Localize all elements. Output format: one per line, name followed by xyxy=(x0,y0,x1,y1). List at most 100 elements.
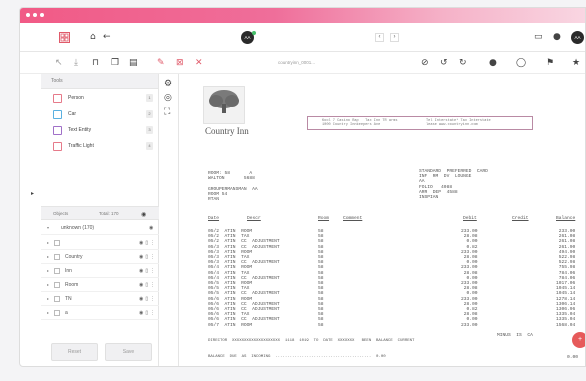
window-dot[interactable] xyxy=(40,13,44,17)
back-arrow-icon[interactable]: ← xyxy=(103,33,111,42)
tool-color-swatch xyxy=(53,94,62,103)
object-row[interactable]: ▸ TN ◉▯⋮ xyxy=(41,292,159,306)
object-checkbox[interactable] xyxy=(54,296,60,302)
window-dot[interactable] xyxy=(26,13,30,17)
expand-arrow-icon[interactable]: ▸ xyxy=(47,250,49,264)
object-actions-icon[interactable]: ◉▯⋮ xyxy=(139,278,157,292)
prev-page-button[interactable]: ‹ xyxy=(375,33,384,42)
object-actions-icon[interactable]: ◉▯⋮ xyxy=(139,264,157,278)
tool-shortcut: 1 xyxy=(146,94,153,102)
reset-button[interactable]: Reset xyxy=(51,343,98,361)
object-row[interactable]: ▸ Inn ◉▯⋮ xyxy=(41,264,159,278)
transaction-rooms: 58 58 58 58 58 58 58 58 58 58 58 58 58 5… xyxy=(318,229,324,328)
col-date: Date xyxy=(208,216,220,221)
comment-icon[interactable]: ◯ xyxy=(516,59,526,68)
object-checkbox[interactable] xyxy=(54,240,60,246)
object-checkbox[interactable] xyxy=(54,310,60,316)
expand-arrow-icon[interactable]: ▸ xyxy=(47,278,49,292)
object-row[interactable]: ▸ Room ◉▯⋮ xyxy=(41,278,159,292)
title-bar xyxy=(20,8,585,23)
tool-label: Text Entity xyxy=(68,127,92,133)
expand-arrow-icon[interactable]: ▸ xyxy=(47,264,49,278)
tool-item[interactable]: Traffic Light 4 xyxy=(52,139,158,153)
col-comment: Comment xyxy=(343,216,363,221)
col-debit: Debit xyxy=(463,216,477,221)
eye-icon[interactable]: ◉ xyxy=(141,210,146,219)
expand-arrow-icon[interactable]: ▾ xyxy=(47,221,49,235)
app-window: ⌂ ← AA ‹ › ▭ ● AA ↖ ⤓ ⊓ ❐ ▤ ✎ ⊠ ✕ countr… xyxy=(19,7,586,367)
star-icon[interactable]: ★ xyxy=(572,59,580,68)
objects-header: Objects Total: 170 ◉ xyxy=(41,206,159,220)
object-row[interactable]: ▸ a ◉▯⋮ xyxy=(41,306,159,320)
transaction-descriptions: 05/2 ATIN ROOM 05/2 ATIN TAX 05/2 ATIN C… xyxy=(208,229,280,328)
tool-shortcut: 4 xyxy=(146,142,153,150)
undo-icon[interactable]: ↺ xyxy=(440,59,448,68)
eye-icon[interactable]: ◉ xyxy=(149,221,155,235)
tool-item[interactable]: Car 2 xyxy=(52,107,158,121)
col-balance: Balance xyxy=(556,216,576,221)
app-logo-icon[interactable] xyxy=(59,32,70,43)
object-label: TN xyxy=(65,296,72,302)
cursor-icon[interactable]: ↖ xyxy=(55,59,63,68)
settings-icon[interactable]: ⚙ xyxy=(164,80,172,89)
copy-icon[interactable]: ❐ xyxy=(111,59,119,68)
header-address-box: Kool 7 Casino Rap Tax Inn TR arms 1000 C… xyxy=(307,116,533,130)
object-row[interactable]: ▸ Country ◉▯⋮ xyxy=(41,250,159,264)
object-checkbox[interactable] xyxy=(54,254,60,260)
clipboard-icon[interactable]: ▤ xyxy=(129,59,138,68)
object-actions-icon[interactable]: ◉▯⋮ xyxy=(139,292,157,306)
object-checkbox[interactable] xyxy=(54,268,60,274)
eye-off-icon[interactable]: ⊘ xyxy=(421,59,429,68)
tools-header: Tools xyxy=(41,74,158,89)
user-avatar[interactable]: AA xyxy=(571,31,584,44)
col-descr: Descr xyxy=(247,216,261,221)
expand-arrow-icon[interactable]: ▸ xyxy=(47,236,49,250)
tool-label: Car xyxy=(68,111,77,117)
tool-label: Person xyxy=(68,95,84,101)
objects-title: Objects xyxy=(53,211,69,216)
window-dot[interactable] xyxy=(33,13,37,17)
transaction-debits: 233.00 28.08 0.00 0.82 233.00 28.08 0.00… xyxy=(461,229,478,328)
collapse-panel-icon[interactable]: ▸ xyxy=(31,189,34,198)
add-annotation-button[interactable]: + xyxy=(572,332,585,348)
next-page-button[interactable]: › xyxy=(390,33,399,42)
object-group-label: unknown (170) xyxy=(61,225,95,231)
tool-item[interactable]: Text Entity 3 xyxy=(52,123,158,137)
home-icon[interactable]: ⌂ xyxy=(90,33,96,42)
tool-item[interactable]: Person 1 xyxy=(52,91,158,105)
top-bar: ⌂ ← AA ‹ › ▭ ● AA xyxy=(20,23,585,52)
object-actions-icon[interactable]: ◉▯⋮ xyxy=(139,236,157,250)
lock-icon[interactable]: ⊓ xyxy=(92,59,99,68)
object-row[interactable]: ▸ ◉▯⋮ xyxy=(41,236,159,250)
download-icon[interactable]: ⤓ xyxy=(74,59,78,68)
expand-arrow-icon[interactable]: ▸ xyxy=(47,306,49,320)
expand-arrow-icon[interactable]: ▸ xyxy=(47,292,49,306)
object-actions-icon[interactable]: ◉▯⋮ xyxy=(139,250,157,264)
object-group-row[interactable]: ▾ unknown (170) ◉ xyxy=(41,221,159,235)
header-box-left: Kool 7 Casino Rap Tax Inn TR arms 1000 C… xyxy=(322,119,398,128)
object-actions-icon[interactable]: ◉▯⋮ xyxy=(139,306,157,320)
delete-icon[interactable]: ✕ xyxy=(195,59,203,68)
save-button[interactable]: Save xyxy=(105,343,152,361)
flag-icon[interactable]: ⚑ xyxy=(546,59,554,68)
online-indicator xyxy=(252,31,256,35)
guest-info: ROOM: 58 A WALTON 5688 GROUPERMANSMAN AA… xyxy=(208,171,258,203)
logo-text: Country Inn xyxy=(205,126,249,136)
box-select-icon[interactable]: ⊠ xyxy=(176,59,184,68)
keyboard-icon[interactable]: ▭ xyxy=(534,33,543,42)
notification-icon[interactable]: ● xyxy=(553,33,561,42)
col-room: Room xyxy=(318,216,330,221)
object-label: Room xyxy=(65,282,79,288)
tool-list: Person 1 Car 2 Text Entity 3 Traffic Light 4 xyxy=(41,91,158,153)
folio-info: STANDARD PREFERRED CARD INF RM DV LOUNGE… xyxy=(419,169,488,201)
layers-icon[interactable]: ◎ xyxy=(164,94,172,103)
footer-summary: DIRECTOR XXXXXXXXXXXXXXXXXXXX 1118 1019 … xyxy=(208,339,415,343)
document-canvas[interactable]: Country Inn Kool 7 Casino Rap Tax Inn TR… xyxy=(179,74,585,366)
object-checkbox[interactable] xyxy=(54,282,60,288)
pen-icon[interactable]: ✎ xyxy=(157,59,165,68)
redo-icon[interactable]: ↻ xyxy=(459,59,467,68)
tool-color-swatch xyxy=(53,110,62,119)
pin-icon[interactable]: ● xyxy=(489,59,497,68)
transaction-balances: 233.00 261.08 261.08 261.90 494.90 522.9… xyxy=(556,229,576,328)
expand-icon[interactable]: ⛶ xyxy=(164,108,170,117)
